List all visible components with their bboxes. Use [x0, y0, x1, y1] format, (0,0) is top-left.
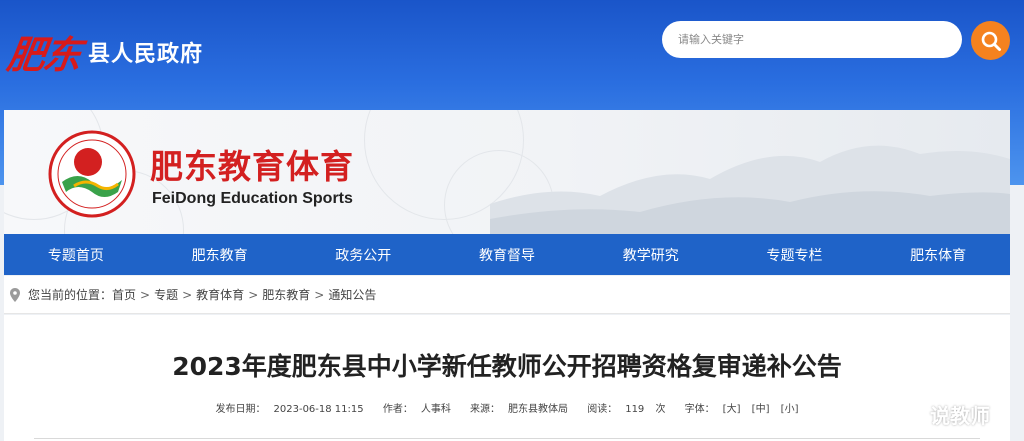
gov-logo-calligraphy: 肥东 — [4, 32, 83, 77]
meta-date: 发布日期： 2023-06-18 11:15 — [212, 404, 368, 415]
nav-item-teaching-research[interactable]: 教学研究 — [579, 234, 723, 275]
nav-item-education-supervision[interactable]: 教育督导 — [435, 234, 579, 275]
search-box — [662, 21, 962, 58]
nav-item-special-columns[interactable]: 专题专栏 — [723, 234, 867, 275]
meta-source-value: 肥东县教体局 — [508, 404, 569, 415]
breadcrumb-separator: > — [314, 287, 325, 302]
breadcrumb-link-education-sports[interactable]: 教育体育 — [196, 286, 244, 303]
breadcrumb-link-topic[interactable]: 专题 — [154, 286, 178, 303]
main-nav: 专题首页 肥东教育 政务公开 教育督导 教学研究 专题专栏 肥东体育 — [4, 234, 1010, 275]
search-button[interactable] — [971, 21, 1010, 60]
search-icon — [981, 31, 1001, 51]
article-meta: 发布日期： 2023-06-18 11:15 作者： 人事科 来源： 肥东县教体局 阅… — [4, 400, 1010, 415]
meta-source: 来源： 肥东县教体局 — [466, 404, 572, 415]
gov-title: 县人民政府 — [88, 41, 204, 67]
search-input[interactable] — [678, 33, 962, 46]
location-pin-icon — [10, 287, 20, 302]
meta-font-size: 字体： [大] [中] [小] — [681, 404, 803, 415]
meta-date-value: 2023-06-18 11:15 — [273, 404, 364, 415]
meta-reads-label: 阅读： — [587, 404, 618, 415]
nav-item-feidong-sports[interactable]: 肥东体育 — [866, 234, 1010, 275]
meta-reads-value: 119 — [625, 404, 645, 415]
breadcrumb-separator: > — [182, 287, 193, 302]
gov-logo[interactable]: 肥东 县人民政府 — [4, 24, 204, 79]
meta-source-label: 来源： — [470, 404, 501, 415]
breadcrumb-prefix: 您当前的位置： — [28, 288, 113, 302]
mountains-illustration — [490, 145, 1010, 234]
banner-title: 肥东教育体育 — [150, 147, 354, 186]
nav-item-feidong-education[interactable]: 肥东教育 — [148, 234, 292, 275]
meta-date-label: 发布日期： — [215, 404, 266, 415]
nav-item-topic-home[interactable]: 专题首页 — [4, 234, 148, 275]
breadcrumb-link-feidong-education[interactable]: 肥东教育 — [262, 286, 310, 303]
article-title: 2023年度肥东县中小学新任教师公开招聘资格复审递补公告 — [172, 352, 842, 381]
breadcrumb: 您当前的位置： 首页 > 专题 > 教育体育 > 肥东教育 > 通知公告 — [4, 276, 1010, 314]
weibo-icon — [900, 405, 925, 425]
meta-author-label: 作者： — [382, 404, 413, 415]
font-size-small-button[interactable]: [小] — [781, 404, 799, 415]
meta-author-value: 人事科 — [420, 404, 451, 415]
meta-author: 作者： 人事科 — [379, 404, 455, 415]
watermark: 说教师 — [900, 400, 990, 429]
breadcrumb-link-notices[interactable]: 通知公告 — [328, 286, 376, 303]
divider — [34, 438, 980, 439]
font-size-large-button[interactable]: [大] — [723, 404, 741, 415]
meta-reads: 阅读： 119 次 — [583, 404, 669, 415]
edu-emblem-logo[interactable] — [48, 130, 136, 218]
banner-subtitle: FeiDong Education Sports — [152, 190, 353, 207]
font-size-medium-button[interactable]: [中] — [752, 404, 770, 415]
nav-item-government-affairs[interactable]: 政务公开 — [291, 234, 435, 275]
article: 2023年度肥东县中小学新任教师公开招聘资格复审递补公告 发布日期： 2023-0… — [4, 315, 1010, 441]
breadcrumb-link-home[interactable]: 首页 — [112, 286, 136, 303]
breadcrumb-separator: > — [140, 287, 151, 302]
meta-font-label: 字体： — [684, 404, 715, 415]
edu-banner: 肥东教育体育 FeiDong Education Sports — [4, 110, 1010, 234]
breadcrumb-separator: > — [248, 287, 259, 302]
watermark-text: 说教师 — [930, 404, 990, 428]
meta-reads-unit: 次 — [655, 404, 666, 415]
